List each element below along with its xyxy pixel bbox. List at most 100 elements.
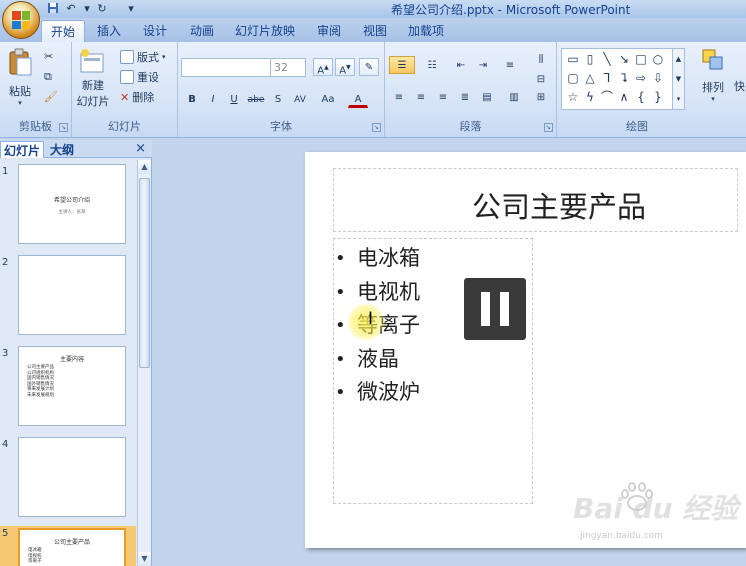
office-button[interactable] [2,1,40,39]
thumbnail-preview[interactable] [18,255,126,335]
slide-thumbnail-5[interactable]: 5 公司主要产品 电冰箱 电视机 等离子 [0,526,136,566]
tab-outline-pane[interactable]: 大纲 [47,141,77,158]
line-shape-icon[interactable]: ╲ [600,52,614,66]
char-spacing-button[interactable]: AV [290,90,310,108]
thumbnail-preview[interactable]: 希望公司介绍 主讲人：张某 [18,164,126,244]
align-right-button[interactable]: ≡ [433,88,453,106]
slides-pane-scrollbar[interactable]: ▲ ▼ [137,160,151,566]
smartart-button[interactable]: ⊞ [531,88,551,106]
tab-addins[interactable]: 加载项 [408,22,444,39]
thumbnail-preview[interactable]: 公司主要产品 电冰箱 电视机 等离子 [18,528,126,566]
rounded-rect-shape-icon[interactable]: ▢ [566,71,580,85]
bullet-item[interactable]: 电冰箱 [333,242,420,276]
slide-thumbnail-3[interactable]: 3 主要内容 公司主要产品 公司组织机构 国内销售情况 国外销售情况 将来发展计… [0,346,136,431]
tab-slides-pane[interactable]: 幻灯片 [0,141,45,158]
slide-thumbnail-2[interactable]: 2 [0,255,136,340]
close-icon[interactable]: × [135,141,146,156]
reset-button[interactable]: 重设 [120,69,159,85]
scroll-down-icon[interactable]: ▼ [138,552,151,566]
align-center-button[interactable]: ≡ [411,88,431,106]
decrease-indent-button[interactable]: ⇤ [451,56,471,74]
delete-button[interactable]: ✕ 删除 [120,89,154,105]
oval-shape-icon[interactable]: ○ [651,52,665,66]
tab-insert[interactable]: 插入 [97,22,121,39]
lightning-shape-icon[interactable]: ϟ [583,90,597,104]
shadow-button[interactable]: S [268,90,288,108]
shapes-gallery[interactable]: ▭ ▯ ╲ ↘ □ ○ ▢ △ ꓶ ⮧ ⇨ ⇩ ☆ ϟ ⌒ ∧ { } ▲ ▼ ▾ [561,48,685,110]
thumbnail-preview[interactable] [18,437,126,517]
font-color-button[interactable]: A [348,90,368,108]
slide-thumbnail-1[interactable]: 1 希望公司介绍 主讲人：张某 [0,164,136,249]
clear-format-button[interactable]: ✎ [359,58,379,76]
tab-animation[interactable]: 动画 [190,22,214,39]
elbow-shape-icon[interactable]: ꓶ [600,71,614,85]
thumbnail-preview[interactable]: 主要内容 公司主要产品 公司组织机构 国内销售情况 国外销售情况 将来发展计划 … [18,346,126,426]
triangle-shape-icon[interactable]: △ [583,71,597,85]
slide-number: 5 [2,528,9,539]
change-case-button[interactable]: Aa [318,90,338,108]
italic-button[interactable]: I [203,90,223,108]
font-launcher-icon[interactable]: ↘ [372,123,381,132]
slides-group-label: 幻灯片 [108,120,141,133]
layout-button[interactable]: 版式 ▾ [120,49,166,65]
freeform-shape-icon[interactable]: ∧ [617,90,631,104]
shrink-font-button[interactable]: A▼ [335,58,355,76]
right-brace-shape-icon[interactable]: } [651,90,665,104]
paste-button[interactable]: 粘贴 ▾ [4,48,36,107]
strikethrough-button[interactable]: abe [246,90,266,108]
line-spacing-button[interactable]: ≡ [497,56,523,74]
font-name-box[interactable] [181,58,271,77]
tab-view[interactable]: 视图 [363,22,387,39]
paragraph-launcher-icon[interactable]: ↘ [544,123,553,132]
bullets-button[interactable]: ☰ [389,56,415,74]
quick-styles-button[interactable]: 快 [734,78,745,94]
down-arrow-shape-icon[interactable]: ⇩ [651,71,665,85]
cut-button[interactable]: ✂ [44,50,53,63]
distribute-button[interactable]: ▤ [477,88,497,106]
bold-button[interactable]: B [182,90,202,108]
text-direction-button[interactable]: ⫼ [531,50,551,68]
font-size-box[interactable]: 32 [270,58,306,77]
tab-design[interactable]: 设计 [143,22,167,39]
save-icon[interactable] [46,2,60,15]
curve-shape-icon[interactable]: ⌒ [600,90,614,104]
textbox-shape-icon[interactable]: ▭ [566,52,580,66]
grow-font-button[interactable]: A▲ [313,58,333,76]
undo-dropdown-icon[interactable]: ▾ [80,2,94,15]
right-arrow-shape-icon[interactable]: ⇨ [634,71,648,85]
shapes-gallery-scroll[interactable]: ▲ ▼ ▾ [672,49,684,109]
vtextbox-shape-icon[interactable]: ▯ [583,52,597,66]
columns-button[interactable]: ▥ [501,88,527,106]
justify-button[interactable]: ≣ [455,88,475,106]
scroll-thumb[interactable] [139,178,150,368]
new-slide-button[interactable]: 新建 幻灯片 [75,48,111,109]
scroll-up-icon[interactable]: ▲ [138,160,151,174]
clipboard-launcher-icon[interactable]: ↘ [59,123,68,132]
undo-icon[interactable]: ↶ [64,2,78,15]
bullet-item[interactable]: 电视机 [333,276,420,310]
underline-button[interactable]: U [224,90,244,108]
slide-canvas[interactable]: 公司主要产品 电冰箱 电视机 等离子 液晶 微波炉 I Bai du 经验 ji… [305,152,746,548]
left-brace-shape-icon[interactable]: { [634,90,648,104]
tab-slideshow[interactable]: 幻灯片放映 [235,22,295,39]
align-text-button[interactable]: ⊟ [531,70,551,88]
arrange-button[interactable]: 排列 ▾ [697,48,729,103]
increase-indent-button[interactable]: ⇥ [473,56,493,74]
slide-title[interactable]: 公司主要产品 [472,184,646,226]
redo-icon[interactable]: ↻ [95,2,109,15]
star-shape-icon[interactable]: ☆ [566,90,580,104]
align-left-button[interactable]: ≡ [389,88,409,106]
arrow-line-shape-icon[interactable]: ↘ [617,52,631,66]
format-painter-button[interactable]: 🖌 [44,90,58,103]
slide-thumbnail-4[interactable]: 4 [0,437,136,522]
customize-icon[interactable]: ▾ [124,2,138,15]
numbering-button[interactable]: ☷ [419,56,445,74]
bullet-item[interactable]: 微波炉 [333,376,420,410]
tab-review[interactable]: 审阅 [317,22,341,39]
pause-button[interactable] [464,278,526,340]
elbow-arrow-shape-icon[interactable]: ⮧ [617,71,631,85]
bullet-item[interactable]: 液晶 [333,343,420,377]
rectangle-shape-icon[interactable]: □ [634,52,648,66]
copy-button[interactable]: ⧉ [44,70,52,84]
tab-home[interactable]: 开始 [41,20,86,42]
